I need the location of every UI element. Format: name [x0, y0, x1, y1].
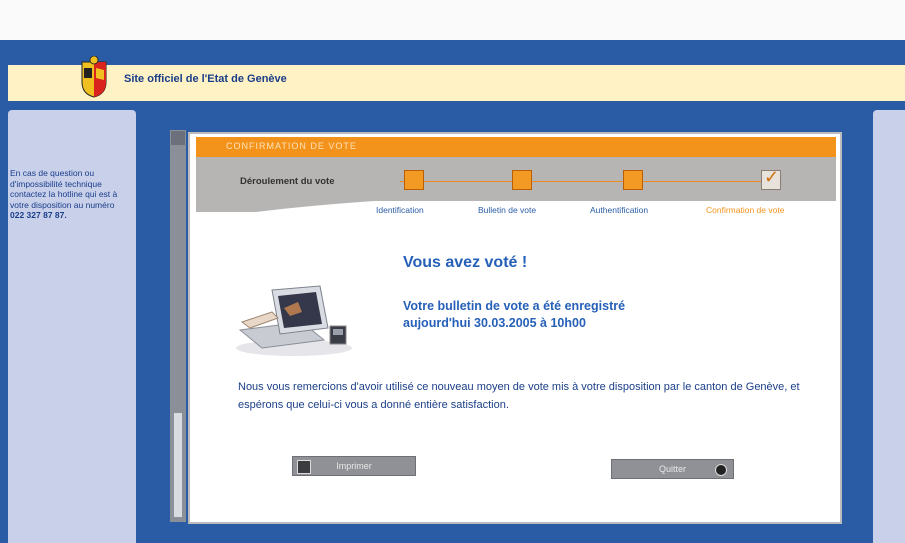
site-title: Site officiel de l'Etat de Genève [124, 73, 287, 85]
panel-header: CONFIRMATION DE VOTE [196, 137, 836, 157]
step-label-confirmation: Confirmation de vote [706, 205, 785, 215]
geneva-crest-icon [81, 56, 107, 98]
progress-track [400, 181, 780, 182]
top-margin [0, 0, 905, 40]
vote-recorded-line1: Votre bulletin de vote a été enregistré [403, 299, 626, 313]
hotline-text: En cas de question ou d'impossibilité te… [10, 168, 118, 210]
panel-heading: CONFIRMATION DE VOTE [226, 141, 357, 151]
step-ballot-marker [512, 170, 532, 190]
thank-you-message: Nous vous remercions d'avoir utilisé ce … [238, 381, 800, 411]
step-label-authentication: Authentification [590, 205, 649, 215]
hotline-phone: 022 327 87 87. [10, 210, 67, 220]
step-identification-marker [404, 170, 424, 190]
vote-recorded-message: Votre bulletin de vote a été enregistré … [403, 298, 625, 332]
quit-button[interactable]: Quitter [611, 459, 734, 479]
vote-recorded-line2: aujourd'hui 30.03.2005 à 10h00 [403, 316, 586, 330]
exit-icon [715, 464, 727, 476]
print-button[interactable]: Imprimer [292, 456, 416, 476]
check-icon: ✓ [764, 167, 780, 187]
laptop-illustration [236, 285, 352, 356]
hotline-info: En cas de question ou d'impossibilité te… [10, 168, 136, 221]
progress-label: Déroulement du vote [240, 176, 335, 187]
step-confirmation-marker: ✓ [761, 167, 781, 190]
print-button-label: Imprimer [336, 461, 372, 471]
step-label-ballot: Bulletin de vote [478, 205, 537, 215]
right-sidebar [873, 110, 905, 543]
scrollbar-thumb[interactable] [174, 413, 182, 517]
step-label-identification: Identification [376, 205, 424, 215]
step-authentication-marker [623, 170, 643, 190]
scroll-up-button[interactable] [171, 131, 185, 145]
vote-confirmed-title: Vous avez voté ! [403, 254, 528, 271]
